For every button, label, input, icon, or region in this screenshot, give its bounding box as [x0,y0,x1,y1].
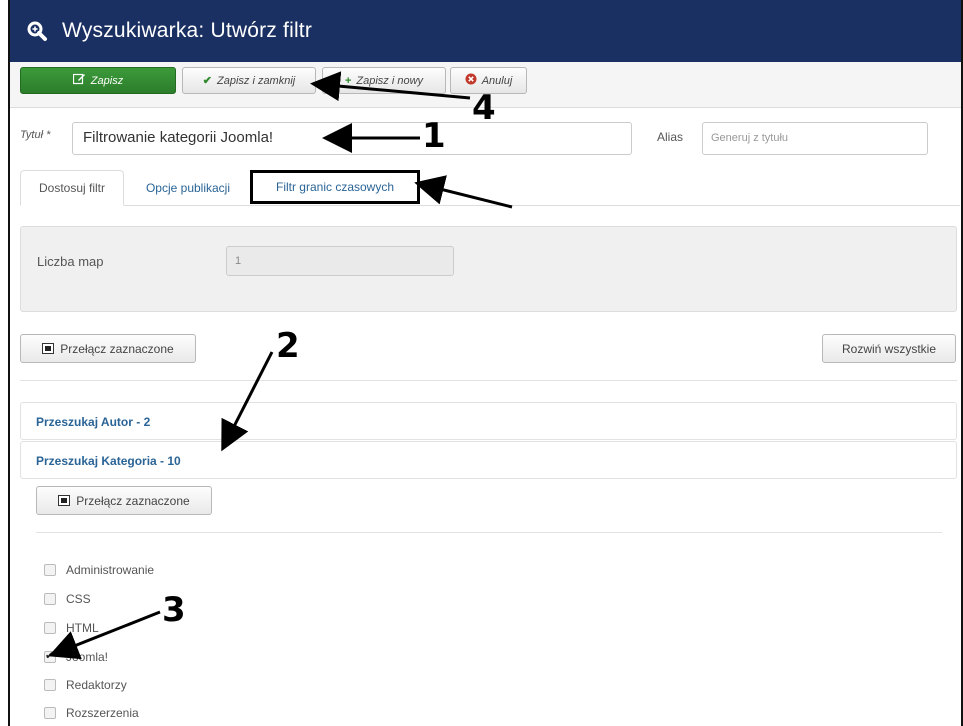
annotation-number-4: 4 [472,88,496,128]
alias-label: Alias [657,130,684,144]
category-label: CSS [66,592,91,606]
toggle-icon [58,495,71,506]
toggle-icon [42,343,55,354]
save-new-button[interactable]: + Zapisz i nowy [322,67,446,94]
expand-all-label: Rozwiń wszystkie [841,341,937,356]
cancel-label: Anuluj [481,74,513,87]
checkbox[interactable] [44,622,56,634]
category-item[interactable]: HTML [44,621,99,635]
checkbox[interactable] [44,707,56,719]
tab-publishing-options[interactable]: Opcje publikacji [132,170,244,206]
category-item[interactable]: CSS [44,592,91,606]
tab-date-filter[interactable]: Filtr granic czasowych [250,170,420,204]
save-button[interactable]: Zapisz [20,67,176,94]
accordion-author[interactable]: Przeszukaj Autor - 2 [20,402,957,440]
checkbox[interactable] [44,679,56,691]
annotation-number-2: 2 [276,326,300,366]
cancel-icon [465,73,477,88]
maps-count-label: Liczba map [37,254,104,269]
category-label: Administrowanie [66,563,155,577]
category-label: Redaktorzy [66,678,127,692]
title-label: Tytuł * [20,129,51,141]
category-item[interactable]: Redaktorzy [44,678,127,692]
accordion-author-label: Przeszukaj Autor - 2 [36,415,151,429]
category-label: HTML [66,621,99,635]
filter-panel: Liczba map 1 [20,226,957,312]
checkbox[interactable] [44,593,56,605]
category-label: Rozszerzenia [66,706,139,720]
save-new-label: Zapisz i nowy [356,74,424,87]
annotation-number-3: 3 [162,590,186,630]
toggle-selected-category-button[interactable]: Przełącz zaznaczone [36,486,212,515]
plus-icon: + [344,74,352,87]
tab-bar: Dostosuj filtr Opcje publikacji Filtr gr… [20,170,960,206]
check-icon: ✔ [202,75,212,87]
toggle-selected-button[interactable]: Przełącz zaznaczone [20,334,196,363]
title-bar: Wyszukiwarka: Utwórz filtr [10,0,961,62]
category-item[interactable]: Joomla! [44,649,109,664]
divider [36,532,942,533]
annotation-number-1: 1 [422,116,446,156]
accordion-category[interactable]: Przeszukaj Kategoria - 10 [20,441,957,479]
save-close-label: Zapisz i zamknij [216,74,296,87]
category-label: Joomla! [66,650,109,664]
divider [20,380,957,381]
toggle-selected-label: Przełącz zaznaczone [60,341,174,356]
save-label: Zapisz [90,74,124,87]
save-close-button[interactable]: ✔ Zapisz i zamknij [182,67,316,94]
checkbox-checked[interactable] [44,649,56,663]
maps-count-input: 1 [226,246,454,276]
page-title: Wyszukiwarka: Utwórz filtr [62,19,313,42]
category-item[interactable]: Rozszerzenia [44,706,139,720]
toggle-selected-category-label: Przełącz zaznaczone [76,493,190,508]
search-icon [24,18,50,44]
checkbox[interactable] [44,564,56,576]
tab-customize-filter[interactable]: Dostosuj filtr [20,170,124,206]
alias-input[interactable]: Generuj z tytułu [702,122,928,155]
edit-icon [72,73,86,88]
accordion-category-label: Przeszukaj Kategoria - 10 [36,454,181,468]
expand-all-button[interactable]: Rozwiń wszystkie [822,334,956,363]
title-input[interactable]: Filtrowanie kategorii Joomla! [72,122,632,155]
category-item[interactable]: Administrowanie [44,563,154,577]
